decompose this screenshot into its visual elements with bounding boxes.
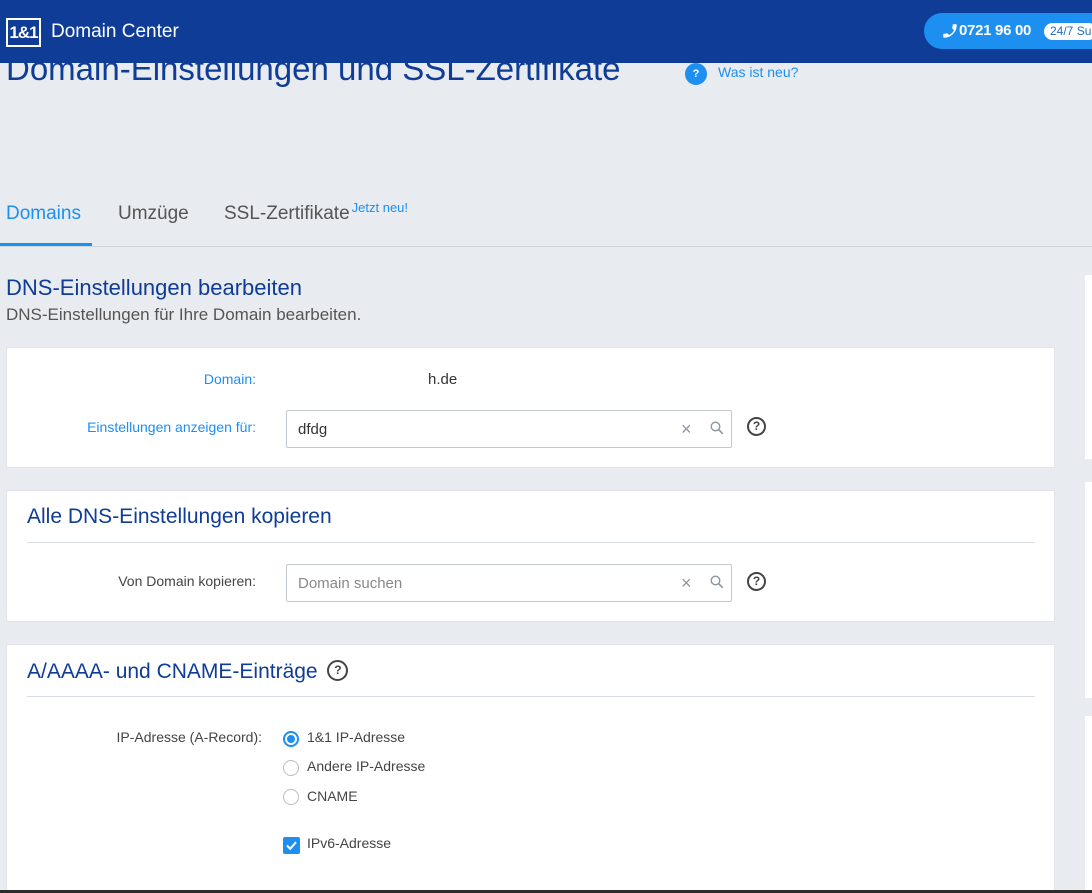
divider xyxy=(27,542,1035,543)
active-tab-indicator xyxy=(0,243,92,246)
option-1und1-ip[interactable]: 1&1 IP-Adresse xyxy=(307,729,405,745)
side-panel-edge xyxy=(1085,482,1092,698)
help-circle-icon[interactable]: ? xyxy=(327,659,349,681)
domain-search-input[interactable]: Domain suchen × xyxy=(286,564,732,602)
dns-section-subtitle: DNS-Einstellungen für Ihre Domain bearbe… xyxy=(6,305,362,324)
search-icon[interactable] xyxy=(710,575,724,589)
support-hours-badge: 24/7 Su xyxy=(1044,23,1092,40)
copy-dns-title: Alle DNS-Einstellungen kopieren xyxy=(27,505,332,528)
brand-logo[interactable]: 1&1 xyxy=(6,18,41,47)
new-badge: Jetzt neu! xyxy=(351,200,409,215)
page-title: Domain-Einstellungen und SSL-Zertifikate xyxy=(6,50,621,87)
side-panel-edge xyxy=(1085,716,1092,893)
records-card: A/AAAA- und CNAME-Einträge ? IP-Adresse … xyxy=(6,644,1055,893)
copy-dns-card: Alle DNS-Einstellungen kopieren Von Doma… xyxy=(6,490,1055,622)
settings-for-input[interactable]: dfdg × xyxy=(286,410,732,448)
checkmark-icon xyxy=(286,841,297,851)
option-other-ip[interactable]: Andere IP-Adresse xyxy=(307,758,425,774)
domain-search-placeholder: Domain suchen xyxy=(298,575,403,592)
phone-icon xyxy=(943,24,957,38)
settings-for-value: dfdg xyxy=(298,421,328,438)
tab-bar: Domains Umzüge SSL-Zertifikate Jetzt neu! xyxy=(0,190,1092,247)
phone-number: 0721 96 00 xyxy=(959,22,1032,39)
domain-settings-card: Domain: h.de Einstellungen anzeigen für:… xyxy=(6,347,1055,468)
records-title-text: A/AAAA- und CNAME-Einträge xyxy=(27,660,318,683)
ip-address-label: IP-Adresse (A-Record): xyxy=(116,729,262,745)
whats-new-link[interactable]: Was ist neu? xyxy=(718,64,798,80)
radio-button-icon[interactable] xyxy=(283,760,299,776)
help-circle-icon[interactable]: ? xyxy=(685,63,707,85)
clear-icon[interactable]: × xyxy=(681,574,692,592)
tab-moves[interactable]: Umzüge xyxy=(118,203,189,225)
checkbox-icon[interactable] xyxy=(283,837,300,854)
tab-ssl-label: SSL-Zertifikate xyxy=(224,203,350,224)
domain-label: Domain: xyxy=(203,371,256,387)
records-title: A/AAAA- und CNAME-Einträge ? xyxy=(27,659,349,684)
option-cname[interactable]: CNAME xyxy=(307,788,358,804)
tab-domains[interactable]: Domains xyxy=(6,203,81,225)
ipv6-label[interactable]: IPv6-Adresse xyxy=(307,835,391,851)
help-circle-icon[interactable]: ? xyxy=(747,417,766,436)
copy-from-label: Von Domain kopieren: xyxy=(118,573,256,589)
side-panel-edge xyxy=(1085,275,1092,459)
radio-button-icon[interactable] xyxy=(283,731,299,747)
dns-section-title: DNS-Einstellungen bearbeiten xyxy=(6,275,302,300)
help-circle-icon[interactable]: ? xyxy=(747,572,766,591)
radio-button-icon[interactable] xyxy=(283,789,299,805)
brand-name[interactable]: Domain Center xyxy=(51,21,179,43)
tab-ssl-certificates[interactable]: SSL-Zertifikate Jetzt neu! xyxy=(224,200,409,225)
domain-value: h.de xyxy=(428,371,458,388)
settings-for-label: Einstellungen anzeigen für: xyxy=(87,419,256,435)
search-icon[interactable] xyxy=(710,421,724,435)
divider xyxy=(27,696,1035,697)
phone-contact-button[interactable]: 0721 96 00 24/7 Su xyxy=(924,13,1092,49)
clear-icon[interactable]: × xyxy=(681,420,692,438)
